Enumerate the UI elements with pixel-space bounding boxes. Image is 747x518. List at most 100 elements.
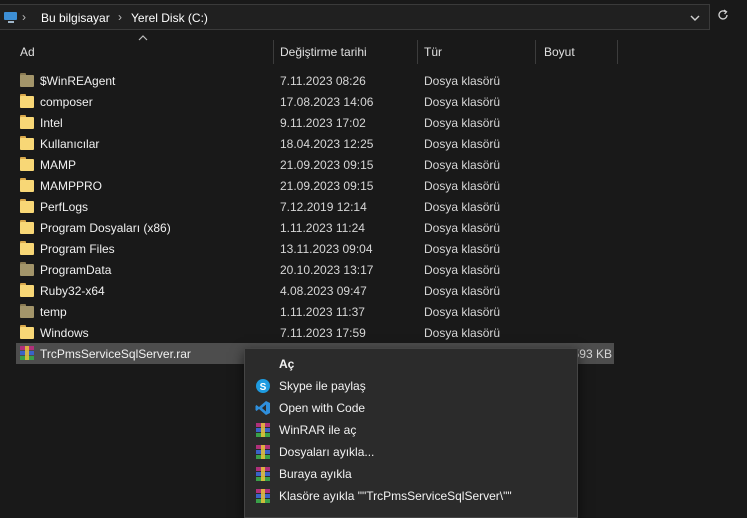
file-type: Dosya klasörü (424, 263, 501, 277)
folder-icon (20, 283, 34, 297)
menu-item[interactable]: Aç (245, 353, 577, 375)
menu-item-label: Dosyaları ayıkla... (279, 445, 375, 459)
address-box[interactable]: › Bu bilgisayar › Yerel Disk (C:) (0, 4, 710, 30)
column-divider[interactable] (617, 40, 618, 64)
file-row[interactable]: MAMPPRO 21.09.2023 09:15 Dosya klasörü (16, 175, 614, 196)
folder-icon (20, 94, 34, 108)
file-row[interactable]: Windows 7.11.2023 17:59 Dosya klasörü (16, 322, 614, 343)
file-row[interactable]: Program Dosyaları (x86) 1.11.2023 11:24 Do… (16, 217, 614, 238)
folder-icon (20, 178, 34, 192)
folder-icon (20, 199, 34, 213)
folder-system-icon (20, 262, 34, 276)
menu-item-label: Aç (279, 357, 295, 371)
file-date: 7.12.2019 12:14 (280, 200, 367, 214)
vscode-icon (255, 400, 271, 416)
file-date: 21.09.2023 09:15 (280, 179, 374, 193)
column-divider[interactable] (417, 40, 418, 64)
file-name: $WinREAgent (40, 74, 116, 88)
menu-item-label: WinRAR ile aç (279, 423, 357, 437)
file-date: 9.11.2023 17:02 (280, 116, 366, 130)
file-date: 4.08.2023 09:47 (280, 284, 367, 298)
winrar-icon (255, 488, 271, 504)
folder-icon (20, 325, 34, 339)
file-name: MAMPPRO (40, 179, 103, 193)
file-name: Kullanıcılar (40, 137, 100, 151)
file-date: 7.11.2023 17:59 (280, 326, 366, 340)
file-size: 593 KB (572, 347, 612, 361)
file-date: 21.09.2023 09:15 (280, 158, 374, 172)
column-divider[interactable] (273, 40, 274, 64)
file-date: 13.11.2023 09:04 (280, 242, 373, 256)
menu-item[interactable]: Klasöre ayıkla ""TrcPmsServiceSqlServer\… (245, 485, 577, 507)
file-name: Windows (40, 326, 89, 340)
winrar-archive-icon (20, 346, 34, 360)
svg-text:S: S (260, 382, 267, 393)
file-name: Program Files (40, 242, 115, 256)
folder-icon (20, 136, 34, 150)
file-row[interactable]: MAMP 21.09.2023 09:15 Dosya klasörü (16, 154, 614, 175)
breadcrumb-item-local-disk[interactable]: Yerel Disk (C:) (131, 11, 208, 25)
winrar-icon (255, 422, 271, 438)
file-type: Dosya klasörü (424, 326, 501, 340)
column-header-type[interactable]: Tür (424, 38, 442, 66)
menu-item-label: Klasöre ayıkla ""TrcPmsServiceSqlServer\… (279, 489, 512, 503)
menu-item-label: Buraya ayıkla (279, 467, 352, 481)
file-date: 1.11.2023 11:24 (280, 221, 365, 235)
file-date: 17.08.2023 14:06 (280, 95, 374, 109)
file-type: Dosya klasörü (424, 284, 501, 298)
address-bar[interactable]: › Bu bilgisayar › Yerel Disk (C:) (0, 0, 747, 36)
file-row[interactable]: ProgramData 20.10.2023 13:17 Dosya klasörü (16, 259, 614, 280)
winrar-icon (255, 466, 271, 482)
file-type: Dosya klasörü (424, 116, 501, 130)
file-name: TrcPmsServiceSqlServer.rar (40, 347, 191, 361)
menu-item[interactable]: S Skype ile paylaş (245, 375, 577, 397)
refresh-icon[interactable] (716, 8, 730, 22)
file-row[interactable]: Program Files 13.11.2023 09:04 Dosya klasö… (16, 238, 614, 259)
folder-icon (20, 241, 34, 255)
file-row[interactable]: Ruby32-x64 4.08.2023 09:47 Dosya klasörü (16, 280, 614, 301)
folder-icon (20, 157, 34, 171)
file-type: Dosya klasörü (424, 179, 501, 193)
file-type: Dosya klasörü (424, 242, 501, 256)
file-name: Program Dosyaları (x86) (40, 221, 171, 235)
file-name: PerfLogs (40, 200, 89, 214)
folder-system-icon (20, 304, 34, 318)
context-menu: Aç S Skype ile paylaş Open with Code WinRAR … (244, 348, 578, 518)
file-name: Ruby32-x64 (40, 284, 105, 298)
file-type: Dosya klasörü (424, 305, 501, 319)
column-header-date[interactable]: Değiştirme tarihi (280, 38, 367, 66)
file-name: temp (40, 305, 67, 319)
file-row[interactable]: Intel 9.11.2023 17:02 Dosya klasörü (16, 112, 614, 133)
file-name: MAMP (40, 158, 76, 172)
breadcrumb-separator-icon: › (118, 10, 122, 24)
file-type: Dosya klasörü (424, 95, 501, 109)
sort-ascending-icon (138, 35, 148, 41)
chevron-down-icon[interactable] (688, 11, 702, 25)
file-row[interactable]: Kullanıcılar 18.04.2023 12:25 Dosya klasör… (16, 133, 614, 154)
file-date: 20.10.2023 13:17 (280, 263, 374, 277)
column-header-size[interactable]: Boyut (544, 38, 575, 66)
file-type: Dosya klasörü (424, 200, 501, 214)
file-name: Intel (40, 116, 63, 130)
menu-item-label: Skype ile paylaş (279, 379, 366, 393)
this-pc-icon (4, 12, 17, 23)
menu-item[interactable]: Open with Code (245, 397, 577, 419)
menu-item[interactable]: Buraya ayıkla (245, 463, 577, 485)
file-row[interactable]: $WinREAgent 7.11.2023 08:26 Dosya klasörü (16, 70, 614, 91)
folder-system-icon (20, 73, 34, 87)
folder-icon (20, 220, 34, 234)
skype-icon: S (255, 378, 271, 394)
file-row[interactable]: temp 1.11.2023 11:37 Dosya klasörü (16, 301, 614, 322)
file-date: 7.11.2023 08:26 (280, 74, 366, 88)
file-row[interactable]: composer 17.08.2023 14:06 Dosya klasörü (16, 91, 614, 112)
file-name: ProgramData (40, 263, 112, 277)
breadcrumb-item-this-pc[interactable]: Bu bilgisayar (41, 11, 110, 25)
column-header-name[interactable]: Ad (20, 38, 35, 66)
menu-item[interactable]: WinRAR ile aç (245, 419, 577, 441)
column-divider[interactable] (535, 40, 536, 64)
file-row[interactable]: PerfLogs 7.12.2019 12:14 Dosya klasörü (16, 196, 614, 217)
file-date: 1.11.2023 11:37 (280, 305, 365, 319)
winrar-icon (255, 444, 271, 460)
breadcrumb-separator-icon: › (22, 10, 26, 24)
menu-item[interactable]: Dosyaları ayıkla... (245, 441, 577, 463)
